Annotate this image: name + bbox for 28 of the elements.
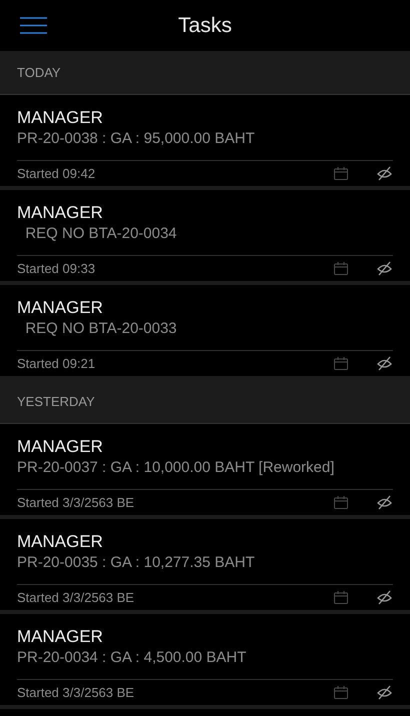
task-description: PR-20-0034 : GA : 4,500.00 BAHT (17, 648, 248, 668)
eye-off-icon[interactable] (377, 685, 392, 700)
task-description: REQ NO BTA-20-0033 (24, 319, 178, 339)
task-description: PR-20-0037 : GA : 10,000.00 BAHT [Reworked] (17, 458, 336, 478)
started-time: Started 3/3/2563 BE (17, 494, 134, 512)
started-time: Started 09:21 (17, 354, 96, 373)
started-time: Started 3/3/2563 BE (17, 588, 134, 607)
task-description: PR-20-0035 : GA : 10,277.35 BAHT (17, 553, 256, 573)
task-description: REQ NO BTA-20-0034 (24, 224, 178, 244)
task-title: MANAGER (17, 107, 104, 129)
task-description: PR-20-0038 : GA : 95,000.00 BAHT (17, 129, 256, 149)
started-time: Started 09:42 (17, 164, 96, 183)
started-time: Started 09:33 (17, 260, 96, 278)
eye-off-icon[interactable] (377, 166, 392, 181)
page-title: Tasks (178, 12, 232, 39)
started-time: Started 3/3/2563 BE (17, 684, 134, 702)
menu-icon[interactable] (20, 17, 47, 34)
task-title: MANAGER (17, 297, 104, 319)
eye-off-icon[interactable] (377, 590, 392, 605)
task-title: MANAGER (17, 626, 104, 648)
section-header: YESTERDAY (0, 380, 410, 424)
task-title: MANAGER (17, 202, 104, 224)
eye-off-icon[interactable] (377, 356, 392, 371)
eye-off-icon[interactable] (377, 495, 392, 510)
task-title: MANAGER (17, 436, 104, 458)
eye-off-icon[interactable] (377, 261, 392, 276)
task-title: MANAGER (17, 531, 104, 553)
section-header: TODAY (0, 51, 410, 95)
